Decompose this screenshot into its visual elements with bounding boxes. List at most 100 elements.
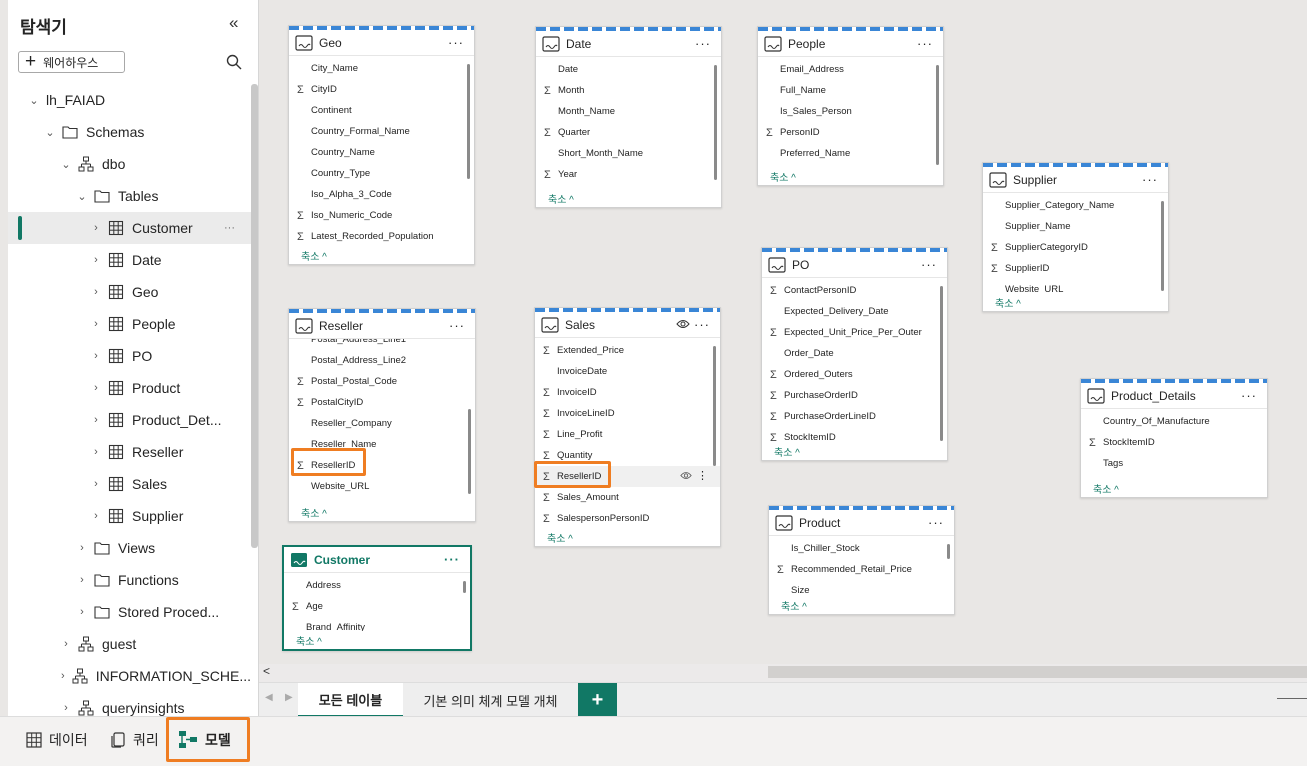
tree-item[interactable]: ⌄ Tables xyxy=(8,180,251,212)
more-options-icon[interactable]: ··· xyxy=(444,552,460,567)
field-list-scrollbar[interactable] xyxy=(714,65,717,180)
tree-item[interactable]: › Stored Proced... xyxy=(8,596,251,628)
field-list-scrollbar[interactable] xyxy=(463,581,466,593)
chevron-right-icon[interactable]: › xyxy=(90,478,102,490)
field-row[interactable]: Σ Year xyxy=(536,164,721,185)
collapse-card-button[interactable]: 축소 ^ xyxy=(289,246,474,264)
canvas-horizontal-scrollbar[interactable]: < xyxy=(259,664,1307,682)
chevron-right-icon[interactable]: › xyxy=(60,638,72,650)
table-card-supplier[interactable]: Supplier ··· Supplier_Category_Name Supplie… xyxy=(982,162,1169,312)
card-header[interactable]: People ··· xyxy=(758,31,943,57)
table-card-sales[interactable]: Sales ··· Σ Extended_Price InvoiceDate Σ Invoi… xyxy=(534,307,721,547)
collapse-card-button[interactable]: 축소 ^ xyxy=(769,596,954,614)
table-card-geo[interactable]: Geo ··· City_Name Σ CityID Continent Country_F… xyxy=(288,25,475,265)
chevron-right-icon[interactable]: › xyxy=(76,542,88,554)
chevron-right-icon[interactable]: › xyxy=(90,222,102,234)
field-list-scrollbar[interactable] xyxy=(940,286,943,441)
eye-icon[interactable] xyxy=(680,471,692,483)
more-options-icon[interactable]: ··· xyxy=(449,318,465,333)
field-row[interactable]: Σ InvoiceLineID xyxy=(535,403,720,424)
field-row[interactable]: Order_Date xyxy=(762,343,947,364)
field-row[interactable]: Supplier_Name xyxy=(983,216,1168,237)
scroll-left-icon[interactable]: < xyxy=(263,664,270,678)
field-row[interactable]: Σ Age xyxy=(284,596,470,617)
tree-item[interactable]: › Customer ··· xyxy=(8,212,251,244)
field-row[interactable]: Address xyxy=(284,575,470,596)
card-header[interactable]: Sales ··· xyxy=(535,312,720,338)
eye-icon[interactable] xyxy=(676,318,690,332)
collapse-pane-button[interactable]: « xyxy=(229,13,238,33)
chevron-right-icon[interactable]: › xyxy=(90,286,102,298)
collapse-card-button[interactable]: 축소 ^ xyxy=(284,631,470,649)
data-view-button[interactable]: 데이터 xyxy=(26,728,88,752)
field-row[interactable]: Σ ContactPersonID xyxy=(762,280,947,301)
chevron-right-icon[interactable]: › xyxy=(90,414,102,426)
field-row[interactable]: Σ Postal_Postal_Code xyxy=(289,371,475,392)
chevron-right-icon[interactable]: › xyxy=(90,350,102,362)
tree-item[interactable]: ⌄ dbo xyxy=(8,148,251,180)
collapse-card-button[interactable]: 축소 ^ xyxy=(762,442,947,460)
card-header[interactable]: Product ··· xyxy=(769,510,954,536)
chevron-right-icon[interactable]: › xyxy=(76,606,88,618)
tree-item[interactable]: › People xyxy=(8,308,251,340)
field-row[interactable]: Σ Line_Profit xyxy=(535,424,720,445)
card-header[interactable]: Date ··· xyxy=(536,31,721,57)
table-card-product[interactable]: Product ··· Is_Chiller_Stock Σ Recommended_R… xyxy=(768,505,955,615)
field-row[interactable]: Σ SalespersonPersonID xyxy=(535,508,720,528)
chevron-right-icon[interactable]: › xyxy=(90,318,102,330)
tree-item[interactable]: › queryinsights xyxy=(8,692,251,716)
field-row[interactable]: Σ Quarter xyxy=(536,122,721,143)
tree-item[interactable]: › Reseller xyxy=(8,436,251,468)
field-row[interactable]: Reseller_Company xyxy=(289,413,475,434)
tab-all-tables[interactable]: 모든 테이블 xyxy=(298,683,403,717)
field-row[interactable]: InvoiceDate xyxy=(535,361,720,382)
chevron-right-icon[interactable]: › xyxy=(90,382,102,394)
more-options-icon[interactable]: ··· xyxy=(695,36,711,51)
collapse-card-button[interactable]: 축소 ^ xyxy=(536,189,721,207)
card-header[interactable]: PO ··· xyxy=(762,252,947,278)
field-row[interactable]: Brand_Affinity xyxy=(284,617,470,631)
field-row[interactable]: Full_Name xyxy=(758,80,943,101)
field-row[interactable]: City_Name xyxy=(289,58,474,79)
field-row[interactable]: Month_Name xyxy=(536,101,721,122)
field-row[interactable]: Σ PostalCityID xyxy=(289,392,475,413)
more-options-icon[interactable]: ··· xyxy=(917,36,933,51)
field-row[interactable]: Tags xyxy=(1081,453,1267,474)
chevron-right-icon[interactable]: › xyxy=(90,254,102,266)
tree-item[interactable]: › PO xyxy=(8,340,251,372)
tab-default-model[interactable]: 기본 의미 체계 모델 개체 xyxy=(403,683,578,717)
field-row[interactable]: Is_Chiller_Stock xyxy=(769,538,954,559)
add-warehouse-button[interactable]: + 웨어하우스 xyxy=(18,51,125,73)
card-header[interactable]: Reseller ··· xyxy=(289,313,475,339)
more-options-icon[interactable]: ··· xyxy=(1241,388,1257,403)
table-card-product_details[interactable]: Product_Details ··· Country_Of_Manufacture… xyxy=(1080,378,1268,498)
table-card-po[interactable]: PO ··· Σ ContactPersonID Expected_Delivery_D… xyxy=(761,247,948,461)
field-row[interactable]: Iso_Alpha_3_Code xyxy=(289,184,474,205)
chevron-down-icon[interactable]: ⌄ xyxy=(44,126,56,139)
field-row[interactable]: Postal_Address_Line1 xyxy=(289,339,475,350)
search-icon[interactable] xyxy=(226,54,242,70)
chevron-down-icon[interactable]: ⌄ xyxy=(60,158,72,171)
field-row[interactable]: Σ PurchaseOrderLineID xyxy=(762,406,947,427)
field-row[interactable]: Country_Type xyxy=(289,163,474,184)
chevron-down-icon[interactable]: ⌄ xyxy=(76,190,88,203)
tree-item[interactable]: › Product_Det... xyxy=(8,404,251,436)
field-row[interactable]: Country_Of_Manufacture xyxy=(1081,411,1267,432)
chevron-right-icon[interactable]: › xyxy=(60,670,66,682)
field-row[interactable]: Σ Sales_Amount xyxy=(535,487,720,508)
chevron-right-icon[interactable]: › xyxy=(76,574,88,586)
field-list-scrollbar[interactable] xyxy=(947,544,950,559)
more-options-icon[interactable]: ··· xyxy=(921,257,937,272)
collapse-card-button[interactable]: 축소 ^ xyxy=(983,293,1168,311)
field-row[interactable]: Country_Name xyxy=(289,142,474,163)
field-list-scrollbar[interactable] xyxy=(1161,201,1164,291)
query-view-button[interactable]: 쿼리 xyxy=(110,728,159,752)
field-row[interactable]: Σ PurchaseOrderID xyxy=(762,385,947,406)
more-options-icon[interactable]: ··· xyxy=(1142,172,1158,187)
field-list-scrollbar[interactable] xyxy=(468,409,471,494)
model-canvas[interactable]: Geo ··· City_Name Σ CityID Continent Country_F… xyxy=(259,0,1307,682)
more-options-icon[interactable]: ··· xyxy=(928,515,944,530)
field-row[interactable]: Σ PersonID xyxy=(758,122,943,143)
field-list-scrollbar[interactable] xyxy=(713,346,716,466)
field-row[interactable]: Preferred_Name xyxy=(758,143,943,164)
